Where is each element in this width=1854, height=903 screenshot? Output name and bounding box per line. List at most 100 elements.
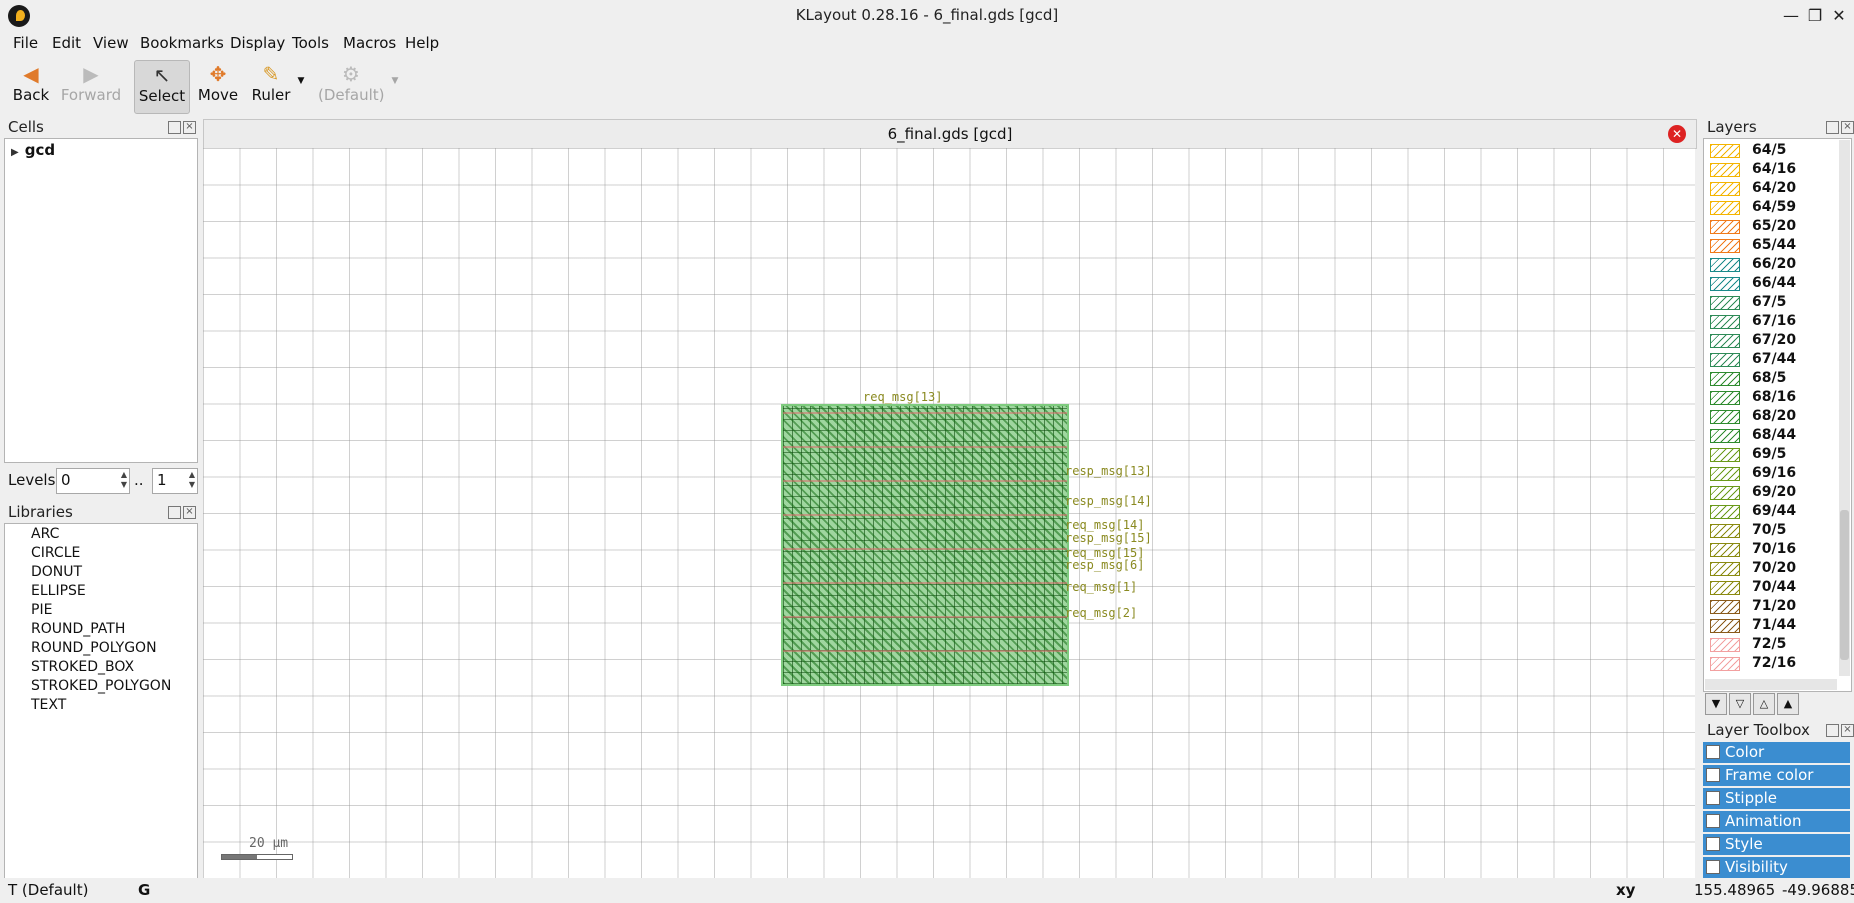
library-item[interactable]: ARC [31,526,59,542]
layer-toolbox-item[interactable]: Stipple [1703,788,1850,809]
layer-row[interactable]: 64/20 [1708,180,1836,198]
expand-checkbox[interactable] [1706,745,1720,759]
library-item[interactable]: ROUND_POLYGON [31,640,157,656]
move-button[interactable]: ✥ Move [196,60,240,112]
layer-row[interactable]: 67/5 [1708,294,1836,312]
move-layer-up-icon[interactable]: △ [1753,693,1775,715]
library-item[interactable]: ROUND_PATH [31,621,125,637]
layer-row[interactable]: 64/59 [1708,199,1836,217]
layer-row[interactable]: 68/44 [1708,427,1836,445]
restore-icon[interactable]: ❐ [1805,6,1825,26]
back-button[interactable]: ◀ Back [10,60,52,112]
layout-view-tab[interactable]: 6_final.gds [gcd] ✕ [203,119,1697,149]
template-dropdown-icon[interactable]: ▼ [388,76,402,90]
layer-row[interactable]: 70/5 [1708,522,1836,540]
library-item[interactable]: PIE [31,602,52,618]
layer-row[interactable]: 67/20 [1708,332,1836,350]
layer-swatch-icon [1710,638,1740,652]
layers-dock-controls[interactable]: ​× [1826,121,1854,135]
layer-row[interactable]: 64/16 [1708,161,1836,179]
library-item[interactable]: CIRCLE [31,545,80,561]
layout-canvas[interactable]: req_msg[13] resp_msg[13] resp_msg[14] re… [203,148,1695,878]
layer-toolbox-item[interactable]: Color [1703,742,1850,763]
move-layer-top-icon[interactable]: ▲ [1777,693,1799,715]
layer-row[interactable]: 71/44 [1708,617,1836,635]
library-item[interactable]: STROKED_BOX [31,659,134,675]
select-button[interactable]: ↖ Select [134,60,190,114]
layer-toolbox-item[interactable]: Style [1703,834,1850,855]
libraries-dock-controls[interactable]: ​× [168,506,198,520]
layer-row[interactable]: 67/16 [1708,313,1836,331]
layer-row[interactable]: 68/20 [1708,408,1836,426]
layer-row[interactable]: 70/20 [1708,560,1836,578]
layer-swatch-icon [1710,201,1740,215]
expand-checkbox[interactable] [1706,768,1720,782]
layers-vertical-scrollbar[interactable] [1839,140,1850,676]
layer-row[interactable]: 65/20 [1708,218,1836,236]
library-item[interactable]: DONUT [31,564,82,580]
move-layer-down-icon[interactable]: ▽ [1729,693,1751,715]
layer-toolbox-item[interactable]: Frame color [1703,765,1850,786]
layer-row[interactable]: 69/44 [1708,503,1836,521]
move-layer-bottom-icon[interactable]: ▼ [1705,693,1727,715]
library-item[interactable]: ELLIPSE [31,583,86,599]
close-view-icon[interactable]: ✕ [1668,125,1686,143]
layer-row[interactable]: 72/5 [1708,636,1836,654]
layer-name: 67/5 [1752,294,1787,310]
layer-row[interactable]: 69/20 [1708,484,1836,502]
ruler-button[interactable]: ✎ Ruler [248,60,294,112]
layer-row[interactable]: 69/5 [1708,446,1836,464]
expand-checkbox[interactable] [1706,791,1720,805]
layer-name: 66/20 [1752,256,1797,272]
expand-checkbox[interactable] [1706,837,1720,851]
minimize-icon[interactable]: — [1781,6,1801,26]
close-window-icon[interactable]: ✕ [1829,6,1849,26]
expand-arrow-icon[interactable]: ▶ [11,147,19,158]
levels-from-spinbox[interactable]: 0 ▲ ▼ [56,468,130,494]
layer-swatch-icon [1710,543,1740,557]
menu-bookmarks[interactable]: Bookmarks [140,34,224,52]
menu-view[interactable]: View [93,34,129,52]
library-item[interactable]: STROKED_POLYGON [31,678,171,694]
layers-horizontal-scrollbar[interactable] [1705,679,1837,690]
layer-row[interactable]: 64/5 [1708,142,1836,160]
layer-swatch-icon [1710,448,1740,462]
cells-panel: ▶ gcd [4,138,198,463]
layer-row[interactable]: 71/20 [1708,598,1836,616]
scroll-thumb[interactable] [1840,510,1849,660]
menu-help[interactable]: Help [405,34,439,52]
layer-row[interactable]: 67/44 [1708,351,1836,369]
expand-checkbox[interactable] [1706,814,1720,828]
menu-display[interactable]: Display [230,34,285,52]
layer-row[interactable]: 68/16 [1708,389,1836,407]
menu-edit[interactable]: Edit [52,34,81,52]
layer-row[interactable]: 69/16 [1708,465,1836,483]
ruler-dropdown-icon[interactable]: ▼ [294,76,308,90]
default-template-button[interactable]: ⚙ (Default) [318,60,385,112]
layer-row[interactable]: 65/44 [1708,237,1836,255]
layer-row[interactable]: 70/16 [1708,541,1836,559]
layer-row[interactable]: 66/44 [1708,275,1836,293]
levels-to-spinbox[interactable]: 1 ▲ ▼ [152,468,198,494]
layer-row[interactable]: 72/16 [1708,655,1836,673]
expand-checkbox[interactable] [1706,860,1720,874]
layer-row[interactable]: 68/5 [1708,370,1836,388]
layer-toolbox-item[interactable]: Visibility [1703,857,1850,878]
layer-toolbox-dock-controls[interactable]: ​× [1826,724,1854,738]
cell-item-gcd[interactable]: ▶ gcd [11,141,55,159]
layer-toolbox-item[interactable]: Animation [1703,811,1850,832]
layer-swatch-icon [1710,505,1740,519]
library-item[interactable]: TEXT [31,697,66,713]
arrow-left-icon: ◀ [23,62,39,86]
layer-row[interactable]: 66/20 [1708,256,1836,274]
spin-arrows-icon[interactable]: ▲ ▼ [121,470,127,490]
menu-tools[interactable]: Tools [292,34,329,52]
layer-row[interactable]: 70/44 [1708,579,1836,597]
status-coord-label: xy [1616,881,1636,899]
cells-dock-controls[interactable]: ​× [168,121,198,135]
spin-arrows-icon[interactable]: ▲ ▼ [189,470,195,490]
forward-button[interactable]: ▶ Forward [60,60,122,112]
layer-name: 64/59 [1752,199,1797,215]
menu-macros[interactable]: Macros [343,34,396,52]
menu-file[interactable]: File [13,34,38,52]
